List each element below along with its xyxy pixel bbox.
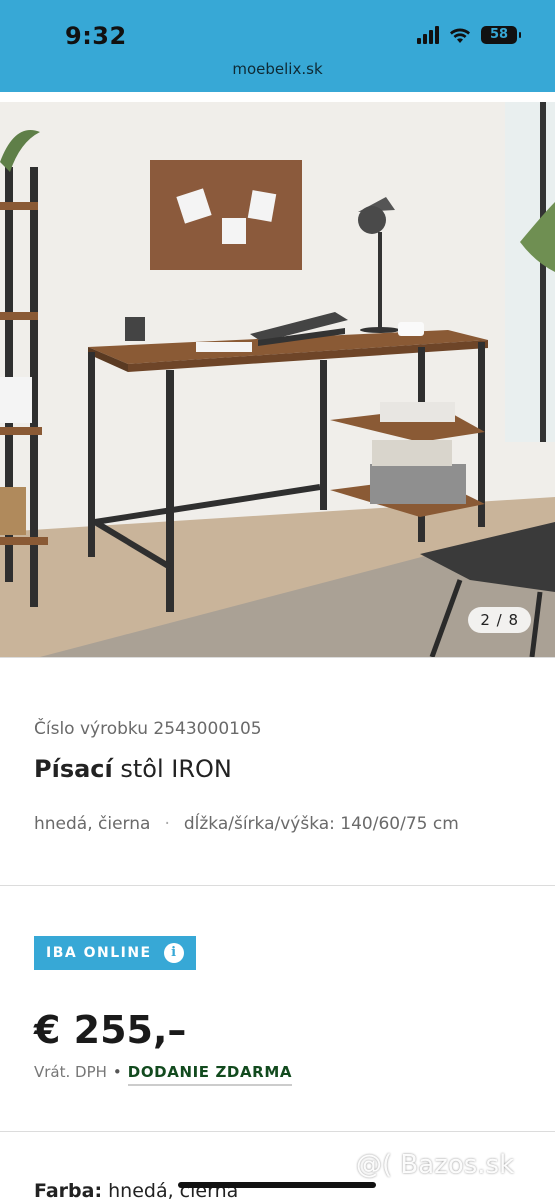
article-value: 2543000105 xyxy=(153,719,262,739)
desk-photo xyxy=(0,102,555,657)
divider xyxy=(0,1131,555,1132)
info-icon[interactable]: i xyxy=(163,943,184,963)
product-title: Písací stôl IRON xyxy=(34,755,232,783)
vat-row: Vrát. DPH • DODANIE ZDARMA xyxy=(34,1063,293,1086)
product-price: € 255,– xyxy=(34,1008,187,1052)
product-image[interactable]: 2 / 8 xyxy=(0,102,555,657)
article-label: Číslo výrobku xyxy=(34,719,149,739)
spec-dimensions: dĺžka/šírka/výška: 140/60/75 cm xyxy=(183,814,459,834)
color-label: Farba: xyxy=(34,1180,103,1202)
online-only-badge[interactable]: IBA ONLINE i xyxy=(34,936,196,970)
vat-separator: • xyxy=(112,1063,122,1081)
divider xyxy=(0,657,555,658)
status-time: 9:32 xyxy=(65,22,127,50)
bazos-watermark: @( Bazos.sk xyxy=(356,1150,515,1180)
cellular-signal-icon xyxy=(417,26,439,44)
wifi-icon xyxy=(450,28,470,43)
battery-icon: 58 xyxy=(481,26,521,44)
title-rest: stôl IRON xyxy=(112,755,232,783)
status-icons: 58 xyxy=(417,26,521,44)
title-bold: Písací xyxy=(34,755,113,783)
article-number: Číslo výrobku 2543000105 xyxy=(34,719,262,739)
spec-separator: · xyxy=(164,814,170,834)
vat-label: Vrát. DPH xyxy=(34,1063,107,1081)
home-indicator[interactable] xyxy=(178,1182,376,1188)
product-specs: hnedá, čierna · dĺžka/šírka/výška: 140/60/… xyxy=(34,814,459,834)
free-delivery-link[interactable]: DODANIE ZDARMA xyxy=(127,1063,293,1086)
browser-top-bar: 9:32 58 moebelix.sk xyxy=(0,0,555,92)
badge-label: IBA ONLINE xyxy=(46,945,152,961)
address-bar[interactable]: moebelix.sk xyxy=(0,60,555,78)
spec-color: hnedá, čierna xyxy=(34,814,151,834)
image-counter: 2 / 8 xyxy=(468,607,531,633)
divider xyxy=(0,885,555,886)
